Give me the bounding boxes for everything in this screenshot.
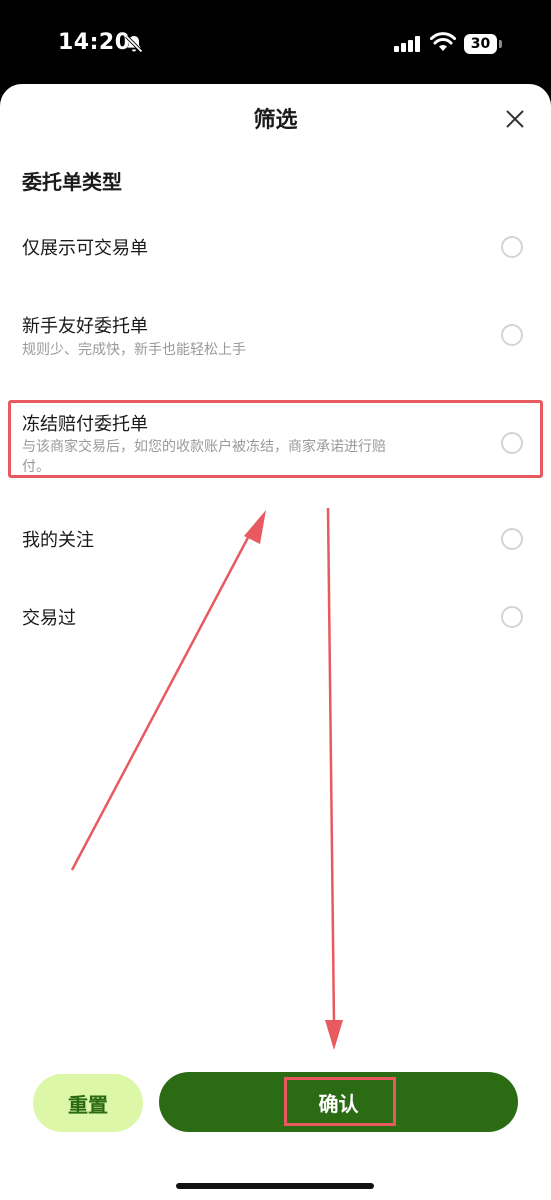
status-bar: 14:20 30 xyxy=(0,0,551,84)
close-icon[interactable] xyxy=(504,108,526,130)
option-label: 交易过 xyxy=(22,608,76,629)
reset-button[interactable]: 重置 xyxy=(33,1074,143,1132)
filter-sheet: 筛选 委托单类型 仅展示可交易单 新手友好委托单 规则少、完成快，新手也能轻松上… xyxy=(0,84,551,1200)
annotation-highlight-box xyxy=(8,400,543,478)
radio-beginner-friendly[interactable] xyxy=(501,324,523,346)
option-label: 新手友好委托单 xyxy=(22,316,148,337)
status-time: 14:20 xyxy=(58,30,131,55)
wifi-icon xyxy=(430,32,456,51)
radio-traded-before[interactable] xyxy=(501,606,523,628)
sheet-title: 筛选 xyxy=(253,108,298,133)
radio-tradable-only[interactable] xyxy=(501,236,523,258)
radio-following[interactable] xyxy=(501,528,523,550)
bell-muted-icon xyxy=(125,35,143,53)
cellular-signal-icon xyxy=(394,36,420,52)
option-traded-before[interactable]: 交易过 xyxy=(0,586,551,646)
option-description: 规则少、完成快，新手也能轻松上手 xyxy=(22,342,246,358)
battery-icon: 30 xyxy=(464,34,502,54)
section-title: 委托单类型 xyxy=(22,170,122,194)
home-indicator xyxy=(176,1183,374,1189)
battery-level: 30 xyxy=(464,34,497,54)
option-following[interactable]: 我的关注 xyxy=(0,508,551,568)
annotation-confirm-box xyxy=(284,1077,396,1126)
option-tradable-only[interactable]: 仅展示可交易单 xyxy=(0,216,551,276)
option-beginner-friendly[interactable]: 新手友好委托单 规则少、完成快，新手也能轻松上手 xyxy=(0,296,551,372)
option-label: 我的关注 xyxy=(22,530,94,551)
option-label: 仅展示可交易单 xyxy=(22,238,148,259)
